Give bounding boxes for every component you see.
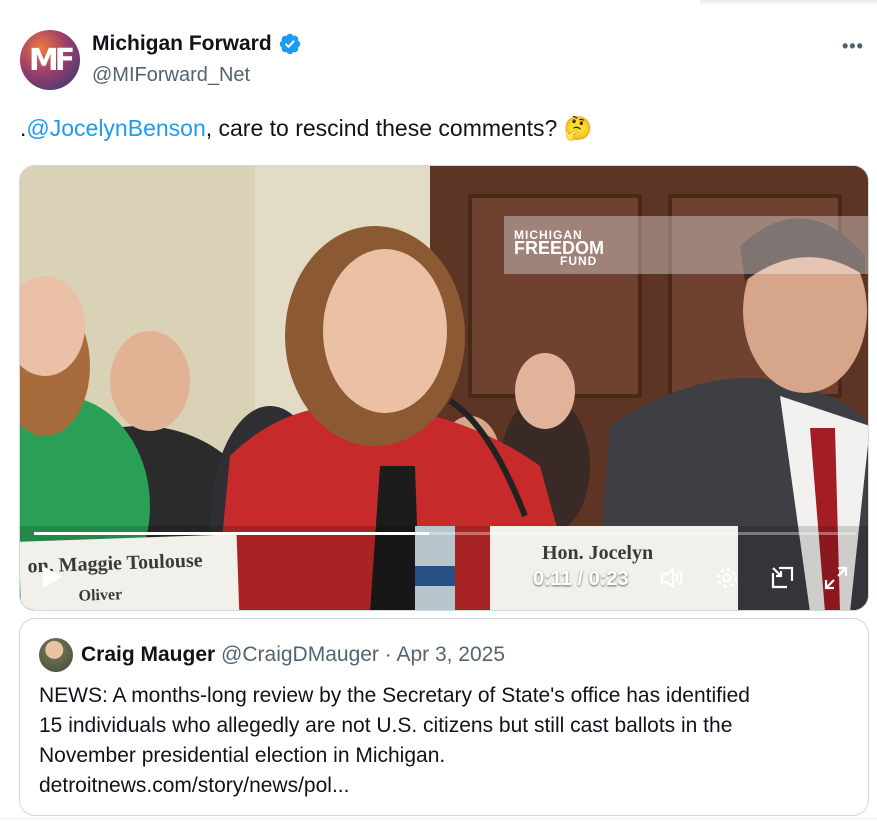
picture-in-picture-icon[interactable] (768, 564, 796, 592)
tweet-body: , care to rescind these comments? 🤔 (205, 115, 593, 141)
video-progress-bar[interactable] (34, 532, 856, 535)
video-player[interactable]: MICHIGAN FREEDOM FUND on. Maggie Toulous… (19, 165, 869, 611)
author-display-name[interactable]: Michigan Forward (92, 32, 272, 56)
quoted-line: November presidential election in Michig… (39, 744, 446, 767)
play-icon[interactable] (40, 564, 64, 590)
quoted-author-name: Craig Mauger (81, 643, 216, 666)
quoted-tweet-header: Craig Mauger @CraigDMauger · Apr 3, 2025 (81, 643, 505, 667)
top-shadow (700, 0, 877, 6)
settings-gear-icon[interactable] (713, 564, 741, 592)
video-time: 0:11 / 0:23 (533, 568, 629, 590)
author-handle[interactable]: @MIForward_Net (92, 64, 250, 87)
tweet-text: .@JocelynBenson, care to rescind these c… (20, 115, 592, 142)
fullscreen-icon[interactable] (822, 564, 850, 592)
quoted-author-avatar (39, 638, 73, 672)
verified-badge-icon[interactable] (278, 32, 302, 56)
quoted-tweet[interactable]: Craig Mauger @CraigDMauger · Apr 3, 2025… (19, 618, 869, 816)
author-avatar[interactable]: MF (20, 30, 80, 90)
nameplate-right-line1: Hon. Jocelyn (542, 542, 654, 564)
quoted-line: 15 individuals who allegedly are not U.S… (39, 714, 733, 737)
mention-link[interactable]: @JocelynBenson (26, 115, 205, 141)
quoted-date: Apr 3, 2025 (396, 643, 506, 666)
video-progress-fill (34, 532, 429, 535)
author-name-row: Michigan Forward (92, 32, 302, 56)
quoted-author-handle: @CraigDMauger (221, 643, 379, 666)
avatar-initials: MF (28, 42, 75, 78)
quoted-separator: · (378, 643, 397, 666)
quoted-link[interactable]: detroitnews.com/story/news/pol... (39, 771, 849, 801)
watermark-bottom: FUND (560, 254, 598, 268)
bottom-divider (0, 818, 877, 819)
quoted-tweet-body: NEWS: A months-long review by the Secret… (39, 681, 849, 801)
nameplate-left-line2: Oliver (78, 586, 123, 605)
volume-icon[interactable] (658, 564, 686, 592)
quoted-line: NEWS: A months-long review by the Secret… (39, 684, 750, 707)
more-icon[interactable]: ••• (842, 36, 864, 57)
